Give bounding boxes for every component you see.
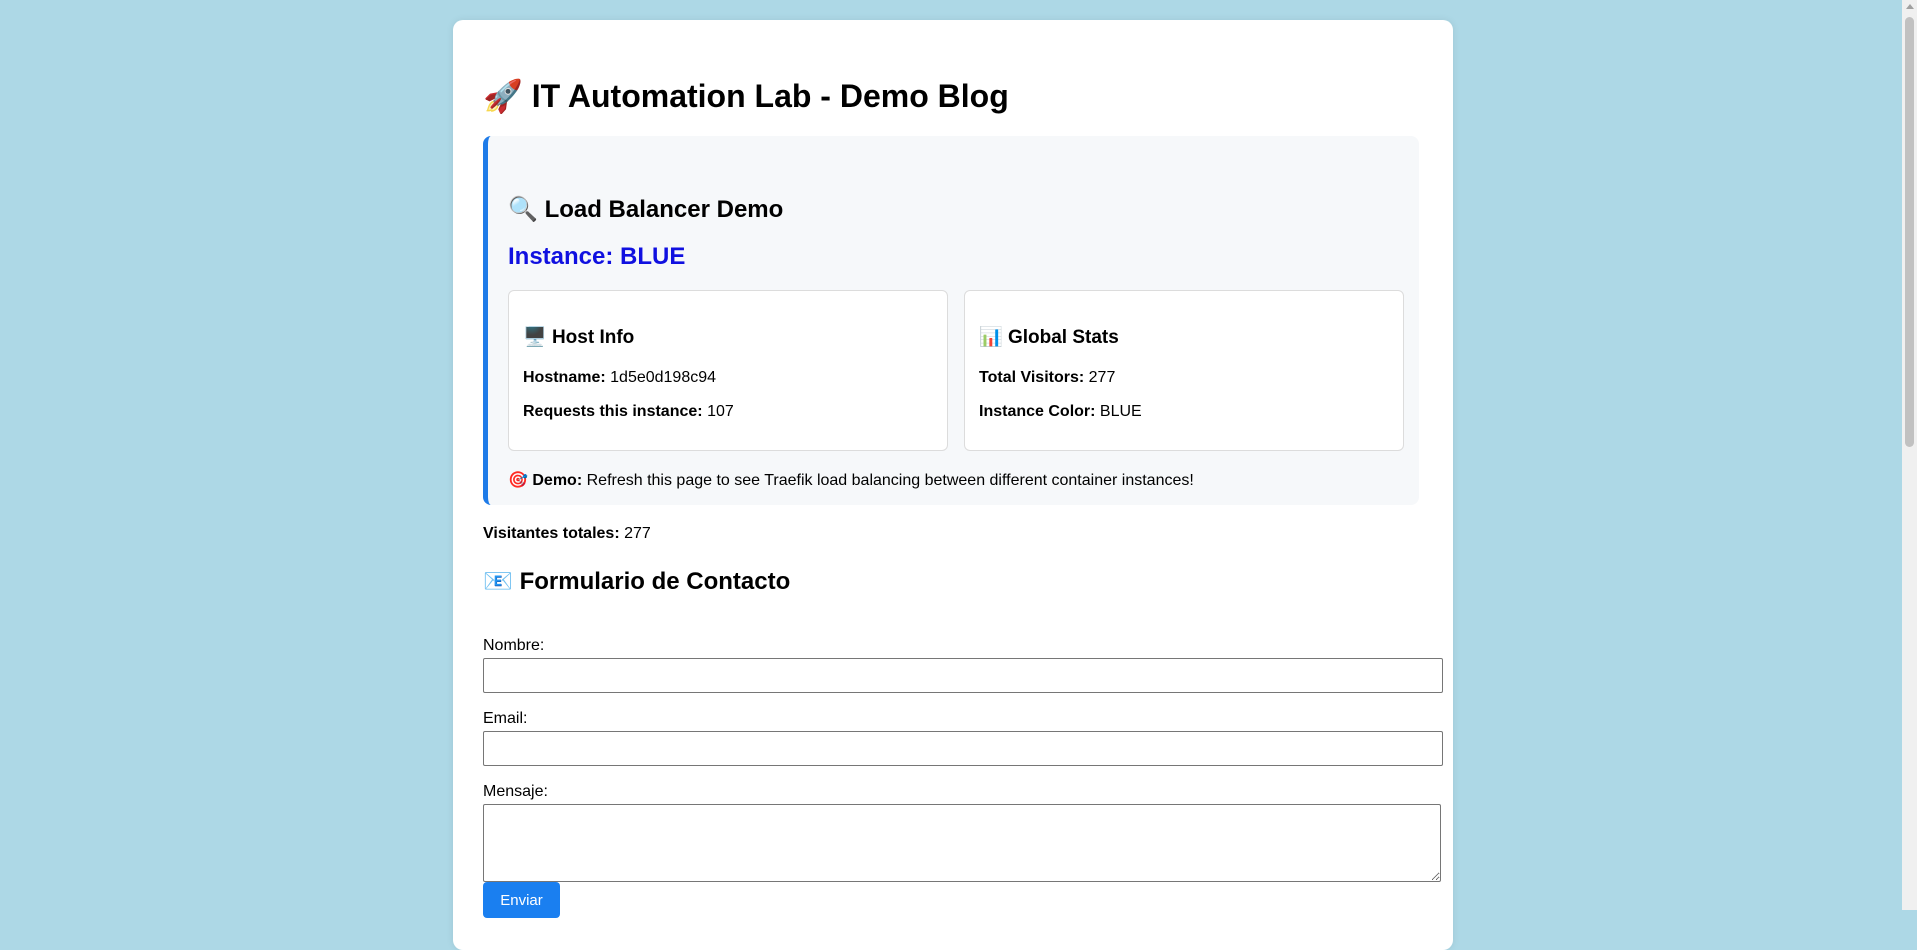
hostname-label: Hostname: bbox=[523, 369, 606, 386]
host-info-card: 🖥️ Host Info Hostname: 1d5e0d198c94 Requ… bbox=[508, 290, 948, 451]
name-input[interactable] bbox=[483, 658, 1443, 693]
host-info-title: 🖥️ Host Info bbox=[523, 325, 634, 350]
load-balancer-title: 🔍 Load Balancer Demo bbox=[508, 194, 783, 225]
name-label: Nombre: bbox=[483, 637, 545, 654]
load-balancer-panel: 🔍 Load Balancer Demo Instance: BLUE 🖥️ H… bbox=[483, 136, 1419, 505]
total-visitors-label: Total Visitors: bbox=[979, 369, 1085, 386]
contact-form-title: 📧 Formulario de Contacto bbox=[483, 566, 790, 597]
magnifier-icon: 🔍 bbox=[508, 195, 538, 223]
rocket-icon: 🚀 bbox=[483, 77, 523, 115]
demo-note-text: Refresh this page to see Traefik load ba… bbox=[586, 472, 1194, 489]
page-title-text: IT Automation Lab - Demo Blog bbox=[531, 78, 1009, 114]
monitor-icon: 🖥️ bbox=[523, 326, 547, 348]
scroll-thumb[interactable] bbox=[1905, 17, 1914, 447]
instance-color-label: Instance Color: bbox=[979, 403, 1096, 420]
demo-note-label: Demo: bbox=[532, 472, 583, 489]
envelope-icon: 📧 bbox=[483, 567, 513, 595]
hostname-row: Hostname: 1d5e0d198c94 bbox=[523, 368, 716, 388]
instance-label: Instance: bbox=[508, 243, 614, 270]
email-label: Email: bbox=[483, 710, 528, 727]
requests-row: Requests this instance: 107 bbox=[523, 402, 734, 422]
page-title: 🚀 IT Automation Lab - Demo Blog bbox=[483, 76, 1009, 116]
global-stats-title-text: Global Stats bbox=[1007, 327, 1119, 348]
scroll-up-arrow-icon[interactable] bbox=[1906, 4, 1914, 9]
requests-label: Requests this instance: bbox=[523, 403, 703, 420]
total-visitors-value: 277 bbox=[1088, 369, 1116, 386]
visitors-total: Visitantes totales: 277 bbox=[483, 524, 651, 544]
global-stats-title: 📊 Global Stats bbox=[979, 325, 1119, 350]
message-textarea[interactable] bbox=[483, 804, 1441, 882]
email-input[interactable] bbox=[483, 731, 1443, 766]
page-card: 🚀 IT Automation Lab - Demo Blog 🔍 Load B… bbox=[453, 20, 1453, 950]
global-stats-card: 📊 Global Stats Total Visitors: 277 Insta… bbox=[964, 290, 1404, 451]
instance-value: BLUE bbox=[620, 243, 686, 270]
message-label: Mensaje: bbox=[483, 783, 548, 800]
total-visitors-row: Total Visitors: 277 bbox=[979, 368, 1115, 388]
bar-chart-icon: 📊 bbox=[979, 326, 1003, 348]
instance-color-row: Instance Color: BLUE bbox=[979, 402, 1142, 422]
instance-color-value: BLUE bbox=[1099, 403, 1142, 420]
instance-heading: Instance: BLUE bbox=[508, 242, 685, 272]
visitors-total-value: 277 bbox=[624, 525, 651, 542]
submit-button[interactable]: Enviar bbox=[483, 882, 560, 918]
requests-value: 107 bbox=[707, 403, 734, 420]
target-icon: 🎯 bbox=[508, 470, 528, 489]
visitors-total-label: Visitantes totales: bbox=[483, 525, 620, 542]
demo-note: 🎯 Demo: Refresh this page to see Traefik… bbox=[508, 470, 1194, 491]
contact-form-title-text: Formulario de Contacto bbox=[519, 568, 791, 595]
host-info-title-text: Host Info bbox=[551, 327, 635, 348]
load-balancer-title-text: Load Balancer Demo bbox=[544, 196, 784, 223]
vertical-scrollbar[interactable] bbox=[1902, 0, 1917, 910]
hostname-value: 1d5e0d198c94 bbox=[610, 369, 717, 386]
